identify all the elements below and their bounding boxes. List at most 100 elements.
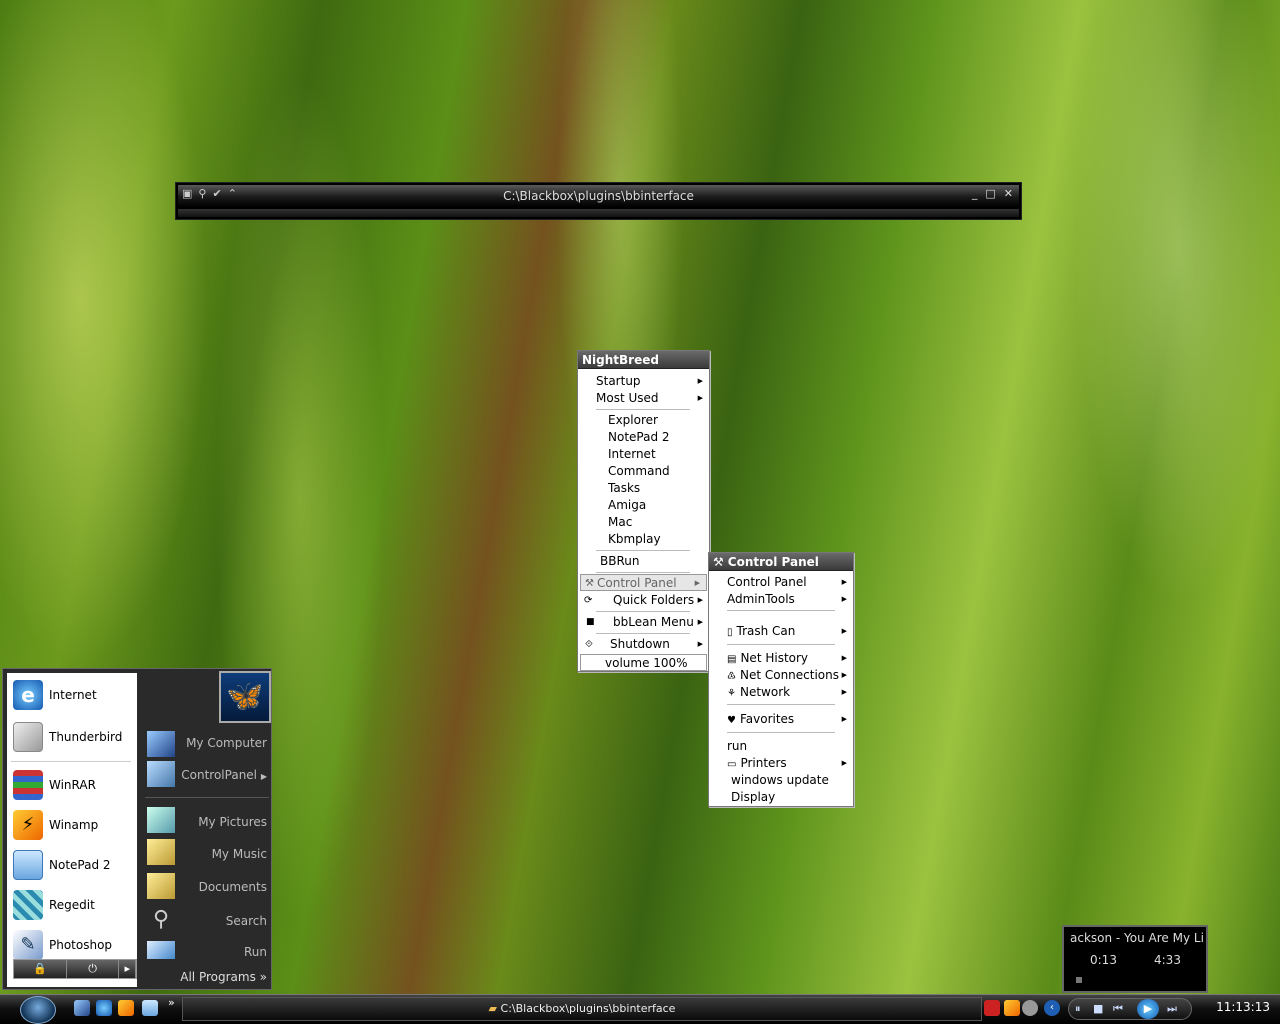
menu-item-net-history[interactable]: ▤ Net History ▶	[709, 650, 853, 667]
menu-item-command[interactable]: Command	[578, 463, 709, 480]
menu-item-tasks[interactable]: Tasks	[578, 480, 709, 497]
close-icon[interactable]: ✕	[1004, 187, 1013, 200]
start-link-my-computer[interactable]: My Computer	[186, 736, 267, 750]
menu-item-startup[interactable]: Startup ▶	[578, 373, 709, 390]
volume-slider[interactable]: volume 100%	[580, 654, 707, 671]
cd-tray-icon[interactable]	[1022, 1000, 1038, 1016]
menu-separator	[727, 704, 835, 705]
menu-item-kbmplay[interactable]: Kbmplay	[578, 531, 709, 548]
menu-item-label: Printers	[740, 756, 787, 770]
start-item-winrar[interactable]: WinRAR	[7, 767, 137, 803]
start-item-winamp[interactable]: ⚡ Winamp	[7, 807, 137, 843]
winamp-icon[interactable]	[118, 1000, 134, 1016]
submenu-arrow-icon: ▶	[697, 596, 703, 604]
track-title: ackson - You Are My Li	[1070, 931, 1204, 945]
menu-item-control-panel[interactable]: ⚒ Control Panel ▶	[580, 574, 707, 591]
show-desktop-icon[interactable]	[74, 1000, 90, 1016]
previous-icon[interactable]: ⏮	[1113, 1002, 1123, 1016]
next-icon[interactable]: ⏭	[1167, 1002, 1177, 1016]
rollup-icon[interactable]: ⌃	[228, 187, 237, 200]
search-icon: ⚲	[152, 907, 170, 932]
submenu-arrow-icon: ▶	[841, 654, 847, 662]
internet-explorer-icon: e	[13, 680, 43, 710]
menu-item-net-connections[interactable]: ♳ Net Connections ▶	[709, 667, 853, 684]
start-menu-separator	[11, 761, 131, 762]
menu-item-admintools[interactable]: AdminTools ▶	[709, 591, 853, 608]
my-computer-icon	[147, 731, 175, 757]
menu-item-run[interactable]: run	[709, 738, 853, 755]
menu-item-explorer[interactable]: Explorer	[578, 412, 709, 429]
power-options-arrow-icon[interactable]: ▸	[119, 960, 136, 978]
submenu-arrow-icon: ▶	[697, 640, 703, 648]
pause-icon[interactable]: ⏸	[1075, 1002, 1081, 1016]
stop-icon[interactable]: ■	[1093, 1002, 1103, 1015]
menu-item-shutdown[interactable]: ⟐ Shutdown ▶	[578, 636, 709, 653]
control-panel-icon	[147, 761, 175, 787]
taskbar-window-button[interactable]: ▰ C:\Blackbox\plugins\bbinterface	[182, 997, 982, 1021]
menu-item-label: Favorites	[739, 712, 795, 726]
start-link-search[interactable]: Search	[226, 914, 267, 928]
menu-item-trash-can[interactable]: ▯ Trash Can ▶	[709, 623, 853, 640]
start-item-regedit[interactable]: Regedit	[7, 887, 137, 923]
menu-item-label: Net Connections	[739, 668, 839, 682]
submenu-arrow-icon: ▶	[841, 671, 847, 679]
start-item-photoshop[interactable]: ✎ Photoshop	[7, 927, 137, 963]
menu-item-amiga[interactable]: Amiga	[578, 497, 709, 514]
start-link-my-pictures[interactable]: My Pictures	[198, 815, 267, 829]
folder-icon[interactable]: ▣	[182, 187, 192, 200]
start-button[interactable]	[20, 996, 56, 1024]
check-icon[interactable]: ✔	[212, 187, 221, 200]
back-arrow-icon[interactable]: ‹	[1044, 1000, 1060, 1016]
start-item-thunderbird[interactable]: Thunderbird	[7, 719, 137, 755]
antivirus-tray-icon[interactable]	[984, 1000, 1000, 1016]
folder-icon: ▰	[488, 1002, 501, 1015]
menu-item-notepad2[interactable]: NotePad 2	[578, 429, 709, 446]
start-item-label: Internet	[49, 688, 97, 702]
start-link-my-music[interactable]: My Music	[212, 847, 267, 861]
minimize-icon[interactable]: _	[972, 187, 978, 200]
seek-handle[interactable]	[1076, 977, 1082, 983]
winamp-tray-icon[interactable]	[1004, 1000, 1020, 1016]
regedit-icon	[13, 890, 43, 920]
all-programs-button[interactable]: All Programs »	[180, 970, 267, 984]
start-menu-power-bar: 🔒 ⏻ ▸	[13, 959, 137, 979]
menu-item-label: bbLean Menu	[613, 615, 694, 629]
maximize-icon[interactable]: □	[985, 187, 995, 200]
lock-icon[interactable]: 🔒	[14, 960, 67, 978]
menu-item-internet[interactable]: Internet	[578, 446, 709, 463]
menu-item-most-used[interactable]: Most Used ▶	[578, 390, 709, 407]
start-link-control-panel[interactable]: ControlPanel ▶	[181, 768, 267, 782]
explorer-bar-title[interactable]: C:\Blackbox\plugins\bbinterface	[178, 185, 1019, 207]
menu-item-control-panel[interactable]: Control Panel ▶	[709, 574, 853, 591]
menu-item-bblean-menu[interactable]: ■ bbLean Menu ▶	[578, 614, 709, 631]
menu-item-favorites[interactable]: ♥ Favorites ▶	[709, 711, 853, 728]
menu-item-windows-update[interactable]: windows update	[709, 772, 853, 789]
menu-item-mac[interactable]: Mac	[578, 514, 709, 531]
history-icon: ▤	[727, 654, 737, 665]
menu-item-printers[interactable]: ▭ Printers ▶	[709, 755, 853, 772]
start-link-documents[interactable]: Documents	[199, 880, 267, 894]
start-item-internet[interactable]: e Internet	[7, 677, 137, 713]
menu-item-bbrun[interactable]: BBRun	[578, 553, 709, 570]
media-controls: ⏸ ■ ⏮ ▶ ⏭	[1068, 998, 1192, 1020]
play-icon[interactable]: ▶	[1137, 999, 1159, 1019]
internet-explorer-icon[interactable]	[96, 1000, 112, 1016]
start-item-notepad2[interactable]: NotePad 2	[7, 847, 137, 883]
menu-separator	[727, 644, 835, 645]
notepad-icon	[13, 850, 43, 880]
quicklaunch-more-icon[interactable]: »	[168, 996, 175, 1009]
menu-item-label: Startup	[596, 374, 641, 388]
power-icon[interactable]: ⏻	[67, 960, 120, 978]
pin-icon[interactable]: ⚲	[198, 187, 206, 200]
menu-item-display[interactable]: Display	[709, 789, 853, 806]
media-player: ackson - You Are My Li 0:13 4:33	[1062, 925, 1208, 993]
menu-item-network[interactable]: ⚘ Network ▶	[709, 684, 853, 701]
double-chevron-icon: »	[259, 970, 267, 984]
power-icon: ⟐	[585, 639, 593, 650]
menu-item-quick-folders[interactable]: ⟳ Quick Folders ▶	[578, 592, 709, 609]
start-item-label: Thunderbird	[49, 730, 123, 744]
notepad-icon[interactable]	[142, 1000, 158, 1016]
run-icon	[147, 941, 175, 959]
start-link-run[interactable]: Run	[244, 945, 267, 959]
explorer-bar[interactable]: C:\Blackbox\plugins\bbinterface ▣ ⚲ ✔ ⌃ …	[175, 182, 1022, 220]
